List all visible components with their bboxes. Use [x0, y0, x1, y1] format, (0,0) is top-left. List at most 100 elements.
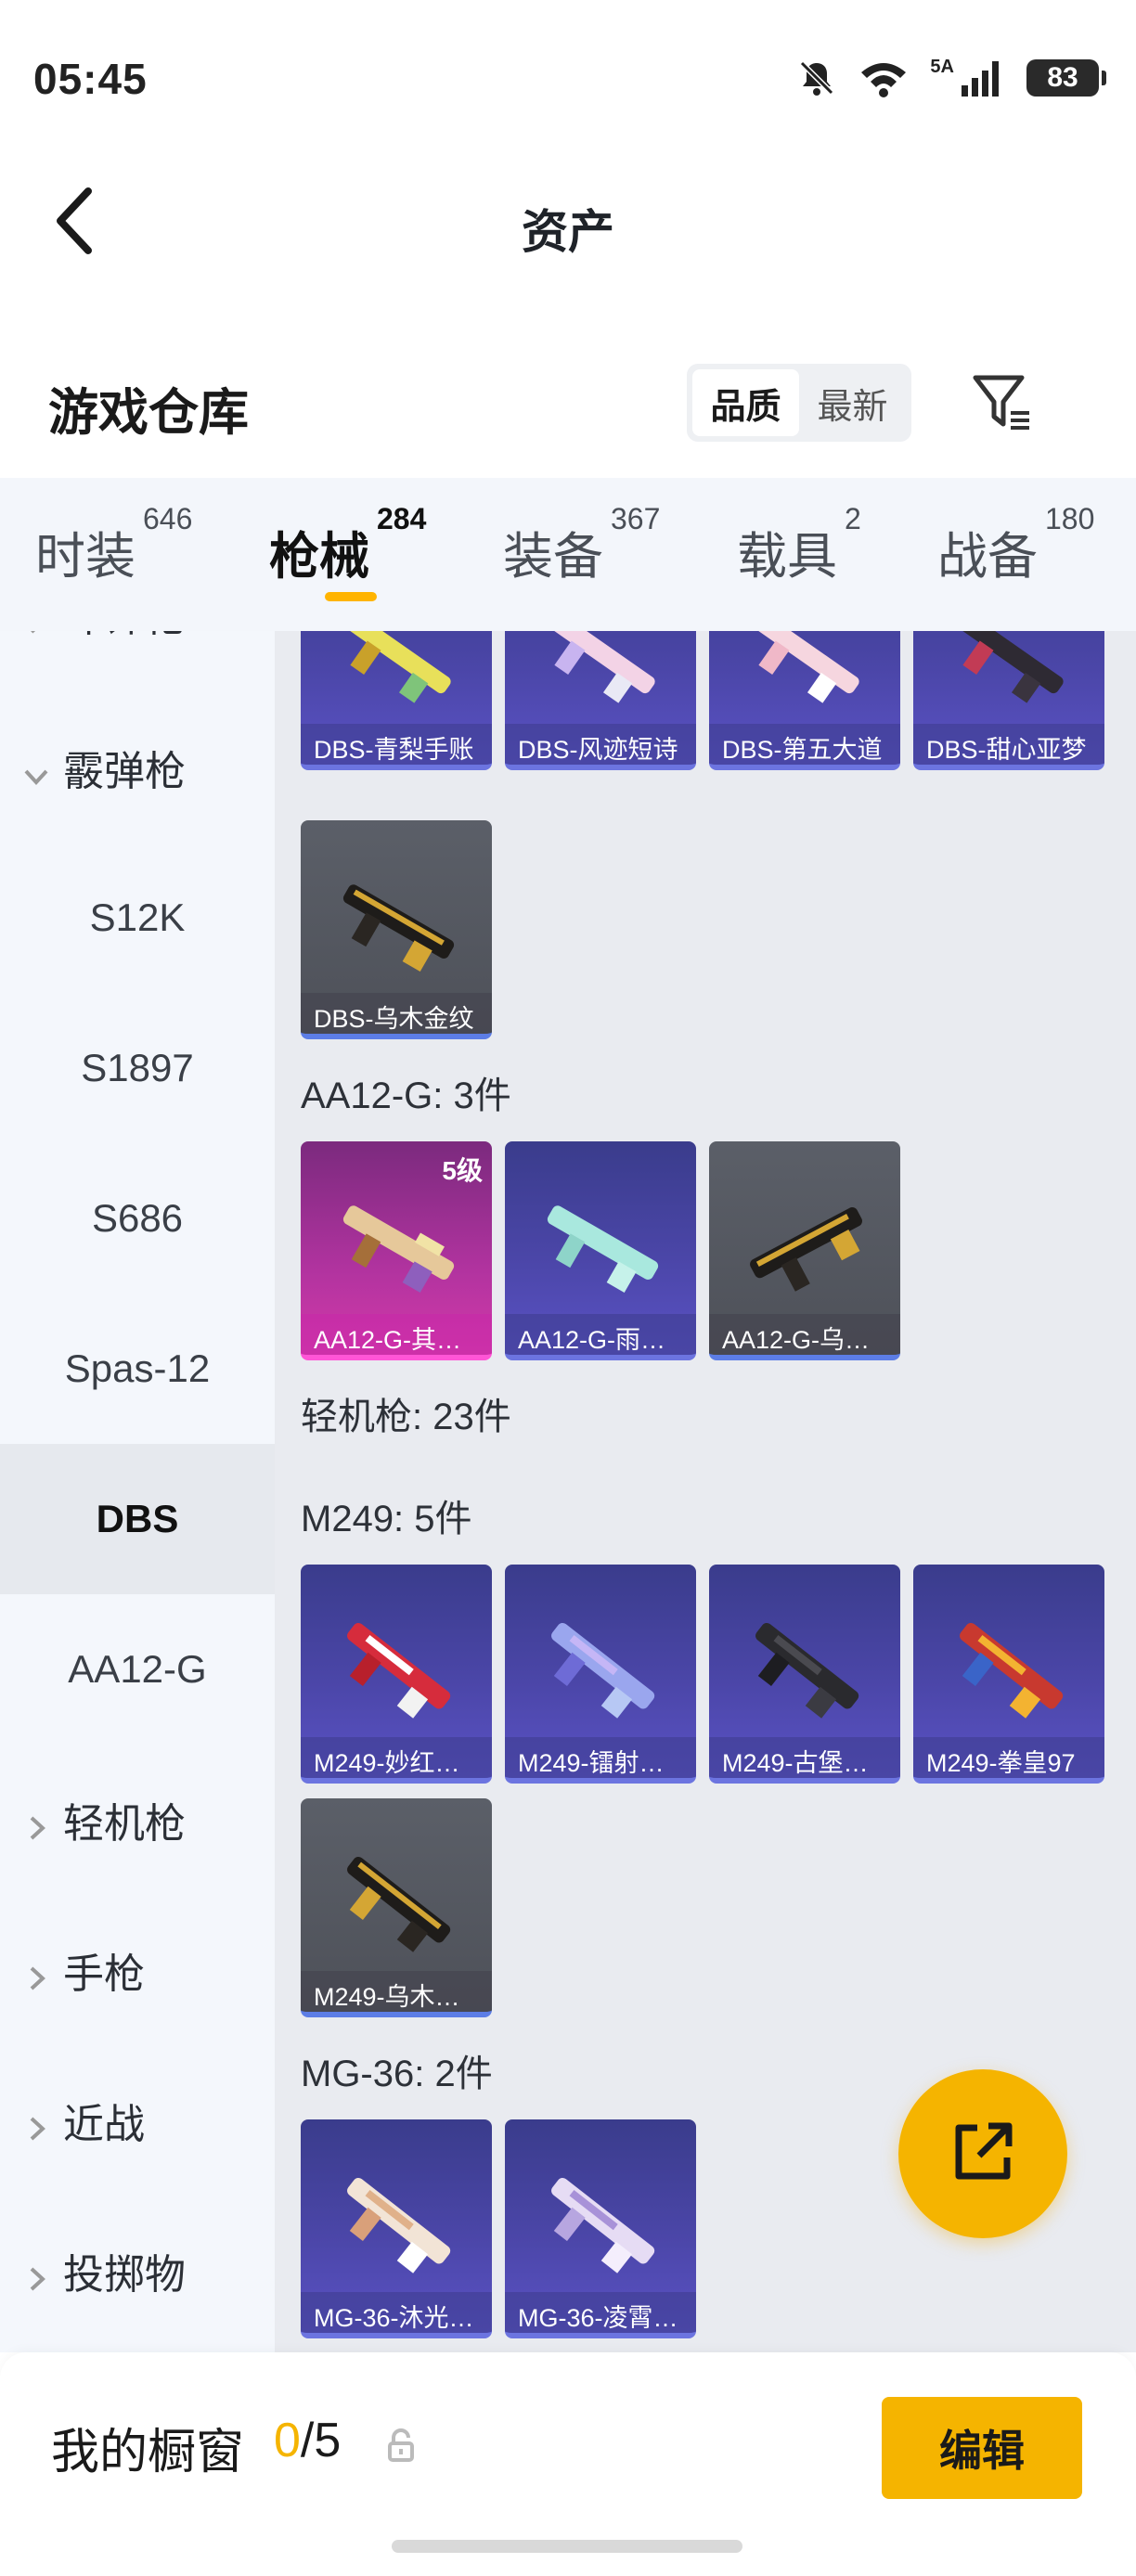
sidebar-item-dbs[interactable]: DBS	[0, 1444, 275, 1594]
network-type: 5A	[930, 56, 954, 77]
tab-label: 战备	[937, 529, 1038, 585]
tab-firearms[interactable]: 枪械284	[269, 502, 426, 588]
sidebar-item-label: 冲锋枪	[63, 631, 186, 643]
item-card[interactable]: DBS-风迹短诗	[505, 631, 696, 770]
page-title: 资产	[522, 206, 614, 258]
edit-button[interactable]: 编辑	[882, 2397, 1082, 2499]
sidebar-item-spas12[interactable]: Spas-12	[0, 1294, 275, 1444]
item-card[interactable]: 5级 AA12-G-其…	[301, 1141, 492, 1360]
sidebar-item-s12k[interactable]: S12K	[0, 843, 275, 993]
item-name: DBS-第五大道	[709, 724, 900, 765]
section-label-m249: M249: 5件	[301, 1499, 472, 1539]
status-time: 05:45	[33, 55, 148, 103]
external-link-icon	[948, 2117, 1018, 2192]
item-name: MG-36-凌霄…	[505, 2292, 696, 2333]
sort-toggle: 品质 最新	[687, 364, 911, 442]
tab-vehicles[interactable]: 载具2	[737, 502, 861, 588]
sidebar-item-label: 轻机枪	[63, 1801, 186, 1847]
item-card[interactable]: M249-镭射…	[505, 1565, 696, 1784]
item-card[interactable]: M249-古堡…	[709, 1565, 900, 1784]
shotgun-image	[342, 884, 455, 972]
filter-button[interactable]	[965, 367, 1039, 442]
sidebar-item-throwable[interactable]: 投掷物	[0, 2196, 275, 2346]
sidebar-item-label: 霰弹枪	[63, 749, 186, 794]
chevron-right-icon	[22, 1806, 50, 1840]
warehouse-title: 游戏仓库	[48, 385, 249, 441]
sidebar-item-s1897[interactable]: S1897	[0, 993, 275, 1143]
warehouse-header: 游戏仓库 品质 最新	[0, 343, 1136, 464]
machine-gun-image	[755, 1622, 859, 1719]
machine-gun-image	[347, 1622, 451, 1719]
sidebar-item-lmg[interactable]: 轻机枪	[0, 1745, 275, 1895]
item-card[interactable]: DBS-第五大道	[709, 631, 900, 770]
tab-fashion[interactable]: 时装646	[35, 502, 192, 588]
item-name: M249-乌木…	[301, 1971, 492, 2012]
sidebar-item-shotgun[interactable]: 霰弹枪	[0, 692, 275, 843]
item-card[interactable]: M249-乌木…	[301, 1798, 492, 2017]
rifle-image	[342, 1205, 455, 1293]
shotgun-image	[754, 631, 859, 703]
home-indicator[interactable]	[392, 2540, 742, 2553]
category-tabs: 时装646 枪械284 装备367 载具2 战备180	[0, 478, 1136, 631]
item-card[interactable]: DBS-乌木金纹	[301, 820, 492, 1039]
battery-indicator: 83	[1026, 59, 1106, 97]
item-card[interactable]: AA12-G-雨…	[505, 1141, 696, 1360]
sidebar-item-aa12g[interactable]: AA12-G	[0, 1594, 275, 1745]
item-card[interactable]: MG-36-凌霄…	[505, 2119, 696, 2338]
tab-count: 367	[611, 502, 661, 535]
bottom-bar: 我的橱窗 0/5 编辑	[0, 2352, 1136, 2576]
tab-label: 载具	[737, 529, 837, 585]
showcase-used: 0	[274, 2414, 301, 2467]
sidebar-item-s686[interactable]: S686	[0, 1143, 275, 1294]
lock-icon	[382, 2427, 420, 2464]
machine-gun-image	[551, 1622, 655, 1719]
section-label-aa12g: AA12-G: 3件	[301, 1075, 511, 1116]
item-name: DBS-甜心亚梦	[913, 724, 1104, 765]
filter-icon	[972, 372, 1033, 438]
sidebar-item-label: 投掷物	[63, 2252, 186, 2298]
item-name: M249-镭射…	[505, 1737, 696, 1778]
status-icons: 5A 83	[796, 56, 1106, 98]
chevron-down-icon	[22, 753, 50, 785]
sidebar-item-smg[interactable]: 冲锋枪	[0, 631, 275, 689]
section-label-mg36: MG-36: 2件	[301, 2054, 493, 2094]
item-card[interactable]: M249-拳皇97	[913, 1565, 1104, 1784]
sidebar-item-melee[interactable]: 近战	[0, 2045, 275, 2196]
tab-count: 2	[845, 502, 861, 535]
sort-quality-option[interactable]: 品质	[692, 369, 799, 436]
shotgun-image	[958, 631, 1064, 703]
sidebar-item-label: 近战	[63, 2102, 145, 2147]
status-bar: 05:45 5A 83	[0, 0, 1136, 158]
showcase-count: 0/5	[274, 2413, 341, 2468]
tab-supplies[interactable]: 战备180	[937, 502, 1094, 588]
tab-label: 装备	[503, 529, 603, 585]
item-name: M249-妙红…	[301, 1737, 492, 1778]
sort-newest-option[interactable]: 最新	[799, 369, 906, 436]
tab-equipment[interactable]: 装备367	[503, 502, 660, 588]
machine-gun-image	[551, 2177, 655, 2273]
item-card[interactable]: DBS-青梨手账	[301, 631, 492, 770]
machine-gun-image	[347, 1856, 451, 1952]
item-card[interactable]: AA12-G-乌…	[709, 1141, 900, 1360]
item-card[interactable]: DBS-甜心亚梦	[913, 631, 1104, 770]
chevron-right-icon	[22, 1956, 50, 1990]
rifle-image	[547, 1205, 659, 1293]
item-name: AA12-G-乌…	[709, 1314, 900, 1355]
rifle-image	[750, 1207, 862, 1292]
chevron-right-icon	[22, 2106, 50, 2141]
active-tab-indicator	[325, 592, 377, 601]
shotgun-image	[549, 631, 655, 703]
wifi-icon	[858, 58, 910, 98]
signal-icon	[960, 59, 1006, 97]
bell-muted-icon	[796, 58, 837, 98]
sidebar-item-pistol[interactable]: 手枪	[0, 1895, 275, 2045]
item-card[interactable]: MG-36-沐光…	[301, 2119, 492, 2338]
showcase-total: /5	[300, 2414, 342, 2467]
item-name: DBS-风迹短诗	[505, 724, 696, 765]
item-card[interactable]: M249-妙红…	[301, 1565, 492, 1784]
item-name: DBS-乌木金纹	[301, 993, 492, 1034]
item-name: MG-36-沐光…	[301, 2292, 492, 2333]
item-name: AA12-G-雨…	[505, 1314, 696, 1355]
share-button[interactable]	[898, 2069, 1067, 2238]
tab-label: 枪械	[269, 529, 369, 585]
